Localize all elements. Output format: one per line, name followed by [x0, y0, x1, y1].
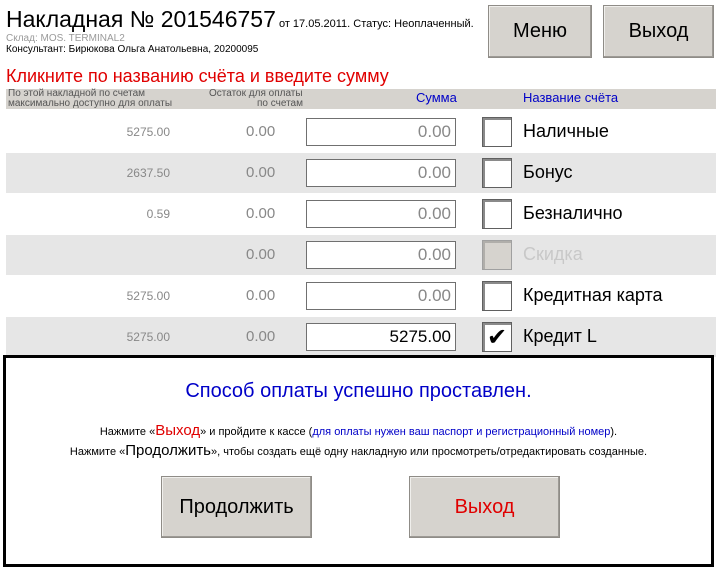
instruction-text: Кликните по названию счёта и введите сум… — [6, 66, 389, 86]
row-remainder: 0.00 — [246, 287, 276, 304]
success-dialog: Способ оплаты успешно проставлен. Нажмит… — [3, 355, 714, 567]
exit-instruction-prefix: Нажмите « — [99, 426, 156, 438]
exit-word: Выход — [155, 422, 201, 439]
dialog-exit-button[interactable]: Выход — [409, 476, 560, 538]
success-message: Способ оплаты успешно проставлен. — [185, 380, 532, 402]
account-name[interactable]: Кредитная карта — [523, 285, 663, 306]
row-remainder: 0.00 — [246, 123, 276, 140]
passport-note: для оплаты нужен ваш паспорт и регистрац… — [312, 426, 611, 438]
header-sum: Сумма — [416, 90, 457, 105]
sum-input[interactable]: 5275.00 — [306, 323, 456, 351]
row-remainder: 0.00 — [246, 246, 276, 263]
exit-instruction-middle: » и пройдите к кассе ( — [200, 426, 313, 438]
invoice-date-status: от 17.05.2011. Статус: Неоплаченный. — [275, 18, 474, 30]
account-name[interactable]: Безналично — [523, 203, 623, 224]
continue-instruction-suffix: », чтобы создать ещё одну накладную или … — [211, 446, 648, 458]
header-account: Название счёта — [523, 90, 619, 105]
row-available: 5275.00 — [126, 289, 170, 303]
row-remainder: 0.00 — [246, 164, 276, 181]
account-checkbox[interactable] — [482, 158, 512, 188]
row-available: 2637.50 — [126, 166, 170, 180]
table-row: 5275.00 0.00 0.00 Кредитная карта — [6, 276, 716, 316]
account-name[interactable]: Бонус — [523, 162, 573, 183]
invoice-title: Накладная № 201546757 от 17.05.2011. Ста… — [6, 6, 474, 33]
table-row: 5275.00 0.00 5275.00 ✔ Кредит L — [6, 317, 716, 357]
continue-word: Продолжить — [125, 442, 212, 459]
row-remainder: 0.00 — [246, 205, 276, 222]
sum-input[interactable]: 0.00 — [306, 282, 456, 310]
warehouse-label: Склад: MOS. TERMINAL2 — [6, 33, 125, 44]
sum-input[interactable]: 0.00 — [306, 200, 456, 228]
table-row: 0.00 0.00 Скидка — [6, 235, 716, 275]
sum-input[interactable]: 0.00 — [306, 118, 456, 146]
table-header: По этой накладной по счетам максимально … — [6, 89, 716, 109]
account-name[interactable]: Кредит L — [523, 326, 597, 347]
account-checkbox[interactable]: ✔ — [482, 322, 512, 352]
row-available: 5275.00 — [126, 330, 170, 344]
continue-button[interactable]: Продолжить — [161, 476, 312, 538]
table-row: 0.59 0.00 0.00 Безналично — [6, 194, 716, 234]
header-remainder-2: по счетам — [257, 98, 303, 109]
invoice-number: Накладная № 201546757 — [6, 6, 276, 32]
continue-instruction-prefix: Нажмите « — [69, 446, 126, 458]
continue-instruction: Нажмите «Продолжить», чтобы создать ещё … — [6, 442, 711, 459]
exit-button[interactable]: Выход — [603, 5, 714, 58]
exit-instruction-suffix: ). — [610, 426, 618, 438]
sum-input[interactable]: 0.00 — [306, 241, 456, 269]
account-checkbox[interactable] — [482, 281, 512, 311]
account-checkbox[interactable] — [482, 199, 512, 229]
consultant-label: Консультант: Бирюкова Ольга Анатольевна,… — [6, 44, 259, 55]
account-name[interactable]: Наличные — [523, 121, 609, 142]
menu-button[interactable]: Меню — [488, 5, 592, 58]
account-name: Скидка — [523, 244, 583, 264]
row-remainder: 0.00 — [246, 328, 276, 345]
table-row: 2637.50 0.00 0.00 Бонус — [6, 153, 716, 193]
header-available-2: максимально доступно для оплаты — [8, 98, 173, 109]
table-row: 5275.00 0.00 0.00 Наличные — [6, 112, 716, 152]
row-available: 5275.00 — [126, 125, 170, 139]
sum-input[interactable]: 0.00 — [306, 159, 456, 187]
row-available: 0.59 — [146, 207, 170, 221]
exit-instruction: Нажмите «Выход» и пройдите к кассе (для … — [6, 422, 711, 439]
account-checkbox[interactable] — [482, 117, 512, 147]
account-checkbox — [482, 240, 512, 270]
